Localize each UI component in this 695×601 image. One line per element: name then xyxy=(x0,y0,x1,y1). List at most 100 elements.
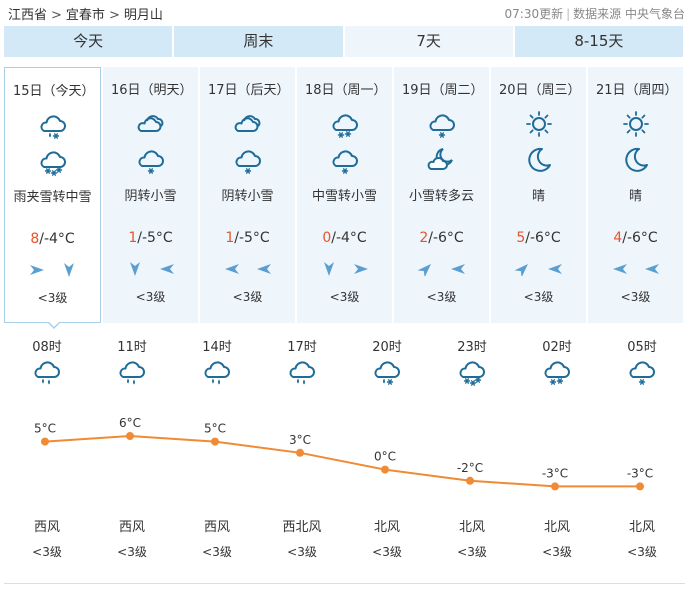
day-card[interactable]: 17日（后天） 阴转小雪 1/-5°C <3级 xyxy=(200,67,295,323)
selected-day-pointer xyxy=(47,321,61,329)
update-info: 07:30更新 | 数据来源 中央气象台 xyxy=(505,5,685,22)
day-low-temp: /-6°C xyxy=(428,230,464,246)
rain-icon xyxy=(31,356,71,386)
arrow-south-icon xyxy=(320,261,338,280)
day-description: 雨夹雪转中雪 xyxy=(13,190,92,205)
heavy-snow-icon xyxy=(5,146,100,176)
forecast-tabs: 今天 周末 7天 8-15天 xyxy=(4,26,683,57)
day-high-temp: 8 xyxy=(30,231,40,247)
day-card[interactable]: 18日（周一） 中雪转小雪 0/-4°C <3级 xyxy=(297,67,392,323)
arrow-west-icon xyxy=(546,261,564,280)
day-low-temp: /-6°C xyxy=(525,230,561,246)
hour-time: 02时 xyxy=(542,340,572,355)
temperature-point xyxy=(466,476,474,485)
hour-wind-level: <3级 xyxy=(372,545,402,559)
breadcrumb-city[interactable]: 宜春市 xyxy=(66,8,105,23)
rain-snow-icon xyxy=(5,110,100,139)
rain-icon xyxy=(116,356,156,386)
arrow-west-icon xyxy=(449,261,467,280)
temperature-label: -3°C xyxy=(542,466,568,480)
tab-2[interactable]: 7天 xyxy=(344,26,513,57)
temperature-label: -3°C xyxy=(627,466,653,480)
rain-snow-icon xyxy=(371,356,411,386)
tab-0[interactable]: 今天 xyxy=(4,26,173,57)
arrow-west-icon xyxy=(223,261,241,280)
hour-wind-level: <3级 xyxy=(32,545,62,559)
hour-time: 05时 xyxy=(627,340,657,355)
day-high-temp: 2 xyxy=(419,230,429,246)
wind-direction xyxy=(5,262,100,281)
day-card[interactable]: 19日（周二） 小雪转多云 2/-6°C <3级 xyxy=(394,67,489,323)
arrow-west-icon xyxy=(611,261,629,280)
day-card[interactable]: 21日（周四） 晴 4/-6°C <3级 xyxy=(588,67,683,323)
light-snow-icon xyxy=(626,356,666,386)
temperature-label: 0°C xyxy=(374,450,396,464)
day-high-temp: 0 xyxy=(322,230,332,246)
data-source: 数据来源 中央气象台 xyxy=(573,7,685,21)
day-low-temp: /-5°C xyxy=(137,230,173,246)
breadcrumb-separator: > xyxy=(51,8,62,23)
moderate-snow-icon xyxy=(297,109,392,138)
arrow-east-icon xyxy=(28,262,46,281)
hour-time: 17时 xyxy=(287,340,317,355)
breadcrumb-province[interactable]: 江西省 xyxy=(8,8,47,23)
breadcrumb-place: 明月山 xyxy=(123,8,163,23)
overcast-icon xyxy=(200,109,295,135)
wind-direction xyxy=(200,261,295,280)
moon-icon xyxy=(588,145,683,172)
temperature-point xyxy=(126,432,134,440)
hour-wind-level: <3级 xyxy=(457,545,487,559)
day-description: 阴转小雪 xyxy=(124,189,177,204)
breadcrumb: 江西省 > 宜春市 > 明月山 xyxy=(8,4,163,23)
wind-level: <3级 xyxy=(37,291,68,305)
day-temperature: 1/-5°C xyxy=(103,230,198,246)
day-date: 20日（周三） xyxy=(499,83,581,98)
day-card[interactable]: 15日（今天） 雨夹雪转中雪 8/-4°C <3级 xyxy=(4,67,101,323)
temperature-point xyxy=(551,482,559,491)
hour-wind-direction: 北风 xyxy=(543,520,570,535)
hour-wind-level: <3级 xyxy=(627,545,657,559)
hour-wind-direction: 西风 xyxy=(33,520,60,535)
update-time: 07:30更新 xyxy=(504,7,564,21)
light-snow-icon xyxy=(200,145,295,174)
wind-direction xyxy=(491,261,586,280)
moderate-snow-icon xyxy=(541,356,581,386)
day-date: 18日（周一） xyxy=(305,83,387,98)
arrow-northeast-icon xyxy=(514,261,532,280)
day-temperature: 0/-4°C xyxy=(297,230,392,246)
hour-time: 08时 xyxy=(32,340,62,355)
day-card[interactable]: 16日（明天） 阴转小雪 1/-5°C <3级 xyxy=(103,67,198,323)
hour-wind-direction: 北风 xyxy=(628,520,655,535)
wind-level: <3级 xyxy=(426,290,457,304)
wind-direction xyxy=(394,261,489,280)
day-card[interactable]: 20日（周三） 晴 5/-6°C <3级 xyxy=(491,67,586,323)
light-snow-icon xyxy=(394,109,489,138)
day-date: 21日（周四） xyxy=(596,83,678,98)
hour-wind-level: <3级 xyxy=(542,545,572,559)
day-low-temp: /-4°C xyxy=(39,231,75,247)
tab-1[interactable]: 周末 xyxy=(174,26,343,57)
rain-icon xyxy=(201,356,241,386)
arrow-northeast-icon xyxy=(417,261,435,280)
light-snow-icon xyxy=(103,145,198,174)
hour-wind-direction: 西风 xyxy=(118,520,145,535)
hour-wind-direction: 西北风 xyxy=(282,520,322,535)
arrow-west-icon xyxy=(643,261,661,280)
arrow-east-icon xyxy=(352,261,370,280)
wind-direction xyxy=(297,261,392,280)
sun-icon xyxy=(491,109,586,137)
day-description: 中雪转小雪 xyxy=(311,189,377,204)
temperature-label: 5°C xyxy=(34,422,56,436)
tab-3[interactable]: 8-15天 xyxy=(514,26,683,57)
temperature-point xyxy=(296,448,304,457)
moon-icon xyxy=(491,145,586,172)
day-description: 小雪转多云 xyxy=(408,189,474,204)
day-date: 15日（今天） xyxy=(13,84,95,99)
temperature-label: -2°C xyxy=(457,461,483,475)
arrow-south-icon xyxy=(126,261,144,280)
cloudy-night-icon xyxy=(394,145,489,171)
day-temperature: 2/-6°C xyxy=(394,230,489,246)
breadcrumb-separator: > xyxy=(108,8,120,23)
hour-wind-level: <3级 xyxy=(202,545,232,559)
day-low-temp: /-6°C xyxy=(622,230,658,246)
